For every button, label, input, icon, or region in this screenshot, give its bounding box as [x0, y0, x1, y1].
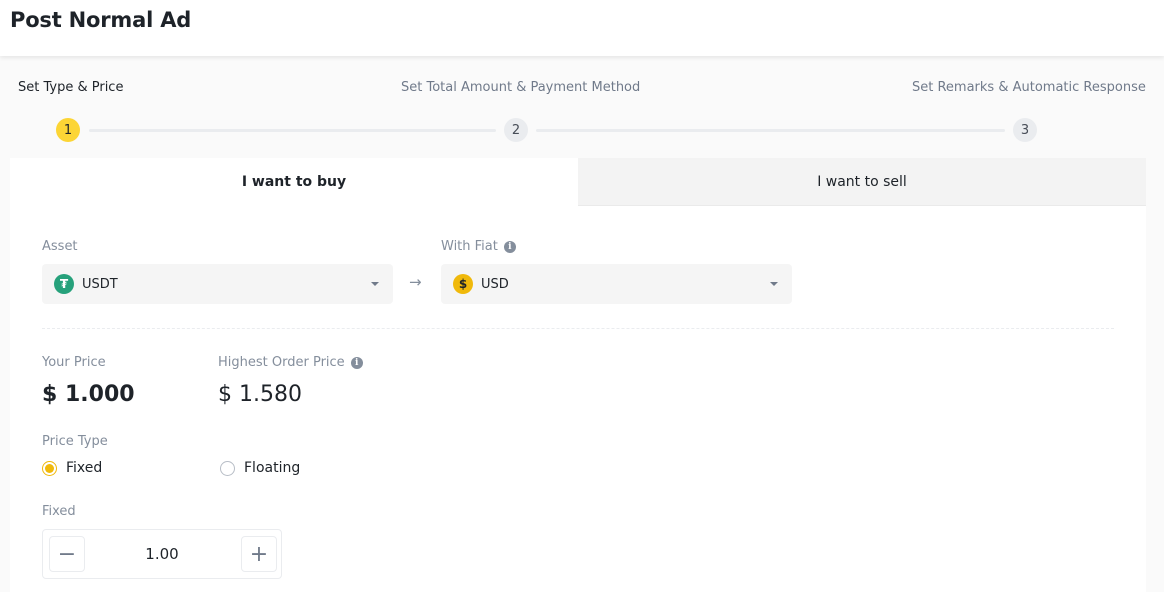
price-type-fixed-label: Fixed: [66, 460, 103, 476]
fixed-price-input[interactable]: [87, 536, 237, 572]
minus-icon: −: [57, 541, 77, 567]
plus-icon: +: [249, 541, 269, 567]
radio-unchecked-icon[interactable]: [220, 460, 235, 476]
page-header: Post Normal Ad: [0, 0, 1164, 56]
step-connector-1: [89, 129, 496, 132]
highest-order-price-label-text: Highest Order Price: [218, 355, 345, 370]
increment-button[interactable]: +: [241, 536, 277, 572]
your-price-label-text: Your Price: [42, 355, 106, 370]
step-1-indicator: 1: [56, 118, 80, 142]
asset-label-text: Asset: [42, 239, 78, 254]
step-2-label: Set Total Amount & Payment Method: [401, 80, 641, 95]
ad-form-card: I want to buy I want to sell Asset ₮ USD…: [10, 158, 1146, 592]
decrement-button[interactable]: −: [49, 536, 85, 572]
asset-label: Asset: [42, 239, 78, 254]
price-type-fixed-radio[interactable]: Fixed: [42, 460, 102, 476]
highest-order-price-value: $ 1.580: [218, 382, 302, 407]
tether-icon: ₮: [54, 274, 74, 294]
fixed-price-label-text: Fixed: [42, 504, 76, 519]
arrow-right-icon: →: [409, 273, 422, 291]
step-3-label: Set Remarks & Automatic Response: [912, 80, 1146, 95]
step-connector-2: [536, 129, 1005, 132]
asset-value: USDT: [82, 276, 118, 292]
radio-checked-icon[interactable]: [42, 460, 57, 476]
fiat-value: USD: [481, 276, 509, 292]
price-type-floating-radio[interactable]: Floating: [220, 460, 300, 476]
step-1-label: Set Type & Price: [18, 80, 124, 95]
section-divider: [42, 328, 1114, 329]
stepper-progress: Set Type & Price Set Total Amount & Paym…: [0, 56, 1164, 158]
step-2-indicator: 2: [504, 118, 528, 142]
price-type-label: Price Type: [42, 434, 108, 449]
fiat-label: With Fiat i: [441, 239, 516, 254]
fiat-select[interactable]: $ USD: [441, 264, 792, 304]
fixed-price-stepper: − +: [42, 529, 282, 579]
info-icon[interactable]: i: [503, 240, 516, 253]
info-icon[interactable]: i: [350, 356, 363, 369]
highest-order-price-label: Highest Order Price i: [218, 355, 363, 370]
chevron-down-icon: [371, 282, 379, 286]
page-title: Post Normal Ad: [10, 8, 192, 32]
price-type-label-text: Price Type: [42, 434, 108, 449]
step-3-indicator: 3: [1013, 118, 1037, 142]
tab-sell[interactable]: I want to sell: [578, 158, 1146, 206]
chevron-down-icon: [770, 282, 778, 286]
asset-select[interactable]: ₮ USDT: [42, 264, 393, 304]
fiat-label-text: With Fiat: [441, 239, 498, 254]
your-price-label: Your Price: [42, 355, 106, 370]
dollar-coin-icon: $: [453, 274, 473, 294]
trade-side-tabs: I want to buy I want to sell: [10, 158, 1146, 206]
fixed-price-label: Fixed: [42, 504, 76, 519]
price-type-floating-label: Floating: [244, 460, 301, 476]
tab-buy[interactable]: I want to buy: [10, 158, 578, 206]
your-price-value: $ 1.000: [42, 382, 135, 407]
